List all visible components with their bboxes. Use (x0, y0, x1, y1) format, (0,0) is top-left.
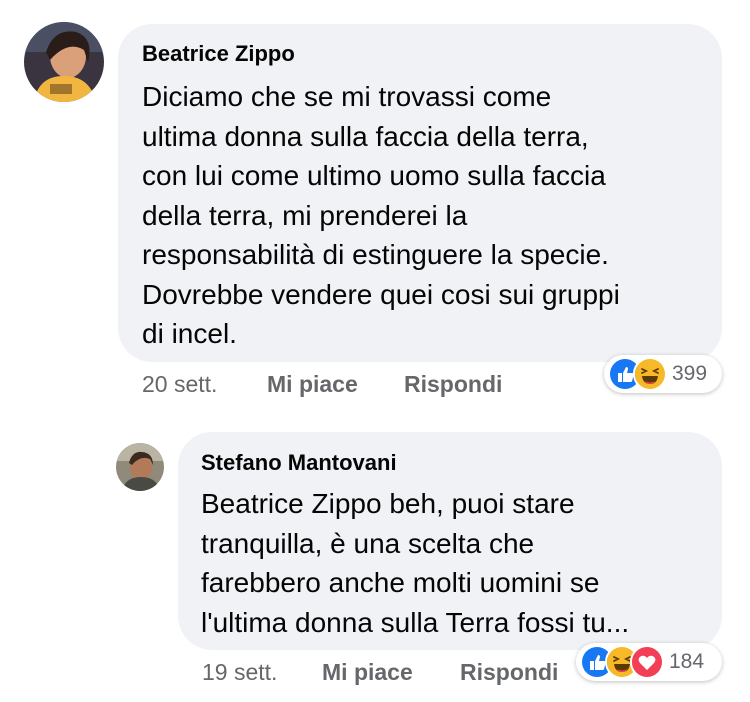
avatar-photo (24, 22, 104, 102)
comment-actions: 19 sett. Mi piace Rispondi (202, 658, 574, 688)
reactions-summary[interactable]: 399 (604, 355, 722, 393)
haha-icon (633, 357, 667, 391)
reaction-count: 399 (672, 362, 708, 385)
like-button[interactable]: Mi piace (267, 370, 358, 398)
comment-author[interactable]: Stefano Mantovani (201, 450, 722, 476)
avatar-photo (116, 443, 164, 491)
comment-text: Beatrice Zippo beh, puoi stare tranquill… (201, 488, 630, 638)
love-icon (630, 645, 664, 679)
comment-bubble: Beatrice Zippo Diciamo che se mi trovass… (118, 24, 722, 362)
comment-text: Diciamo che se mi trovassi come ultima d… (142, 81, 620, 349)
comment-timestamp[interactable]: 20 sett. (142, 370, 217, 398)
reaction-count: 184 (669, 650, 705, 673)
comment-timestamp[interactable]: 19 sett. (202, 658, 277, 686)
reply-button[interactable]: Rispondi (404, 370, 502, 398)
reply-button[interactable]: Rispondi (460, 658, 558, 686)
comment-author[interactable]: Beatrice Zippo (142, 41, 722, 67)
avatar[interactable] (24, 22, 104, 102)
avatar[interactable] (116, 443, 164, 491)
reactions-summary[interactable]: 184 (576, 643, 722, 681)
like-button[interactable]: Mi piace (322, 658, 413, 686)
comment-bubble: Stefano Mantovani Beatrice Zippo beh, pu… (178, 432, 722, 650)
comment-actions: 20 sett. Mi piace Rispondi (142, 370, 562, 400)
